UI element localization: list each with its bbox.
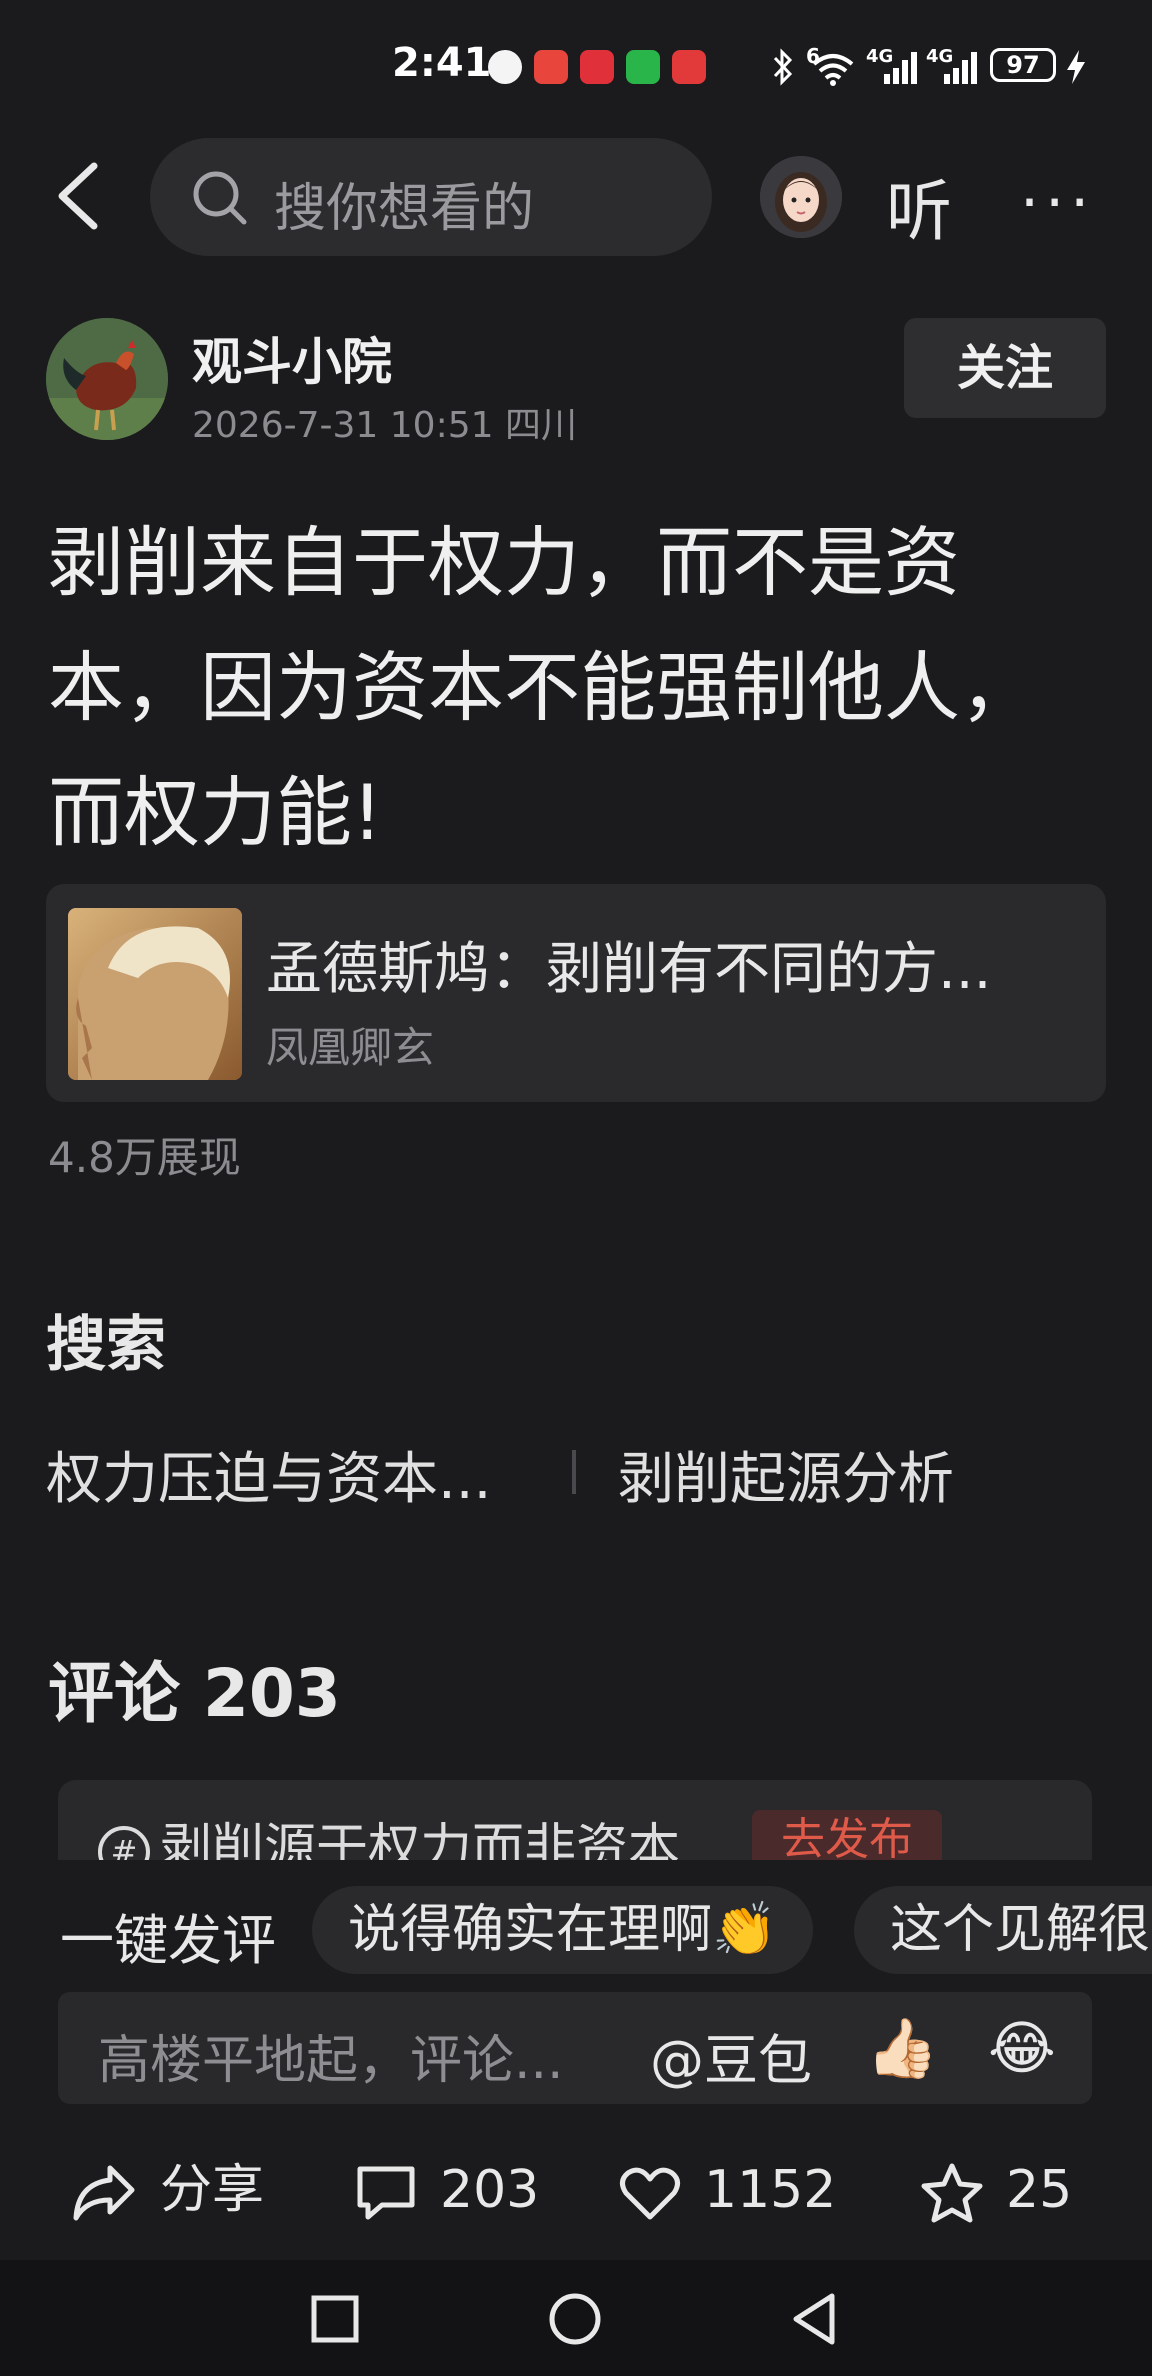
quoted-source: 凤凰卿玄	[266, 1023, 435, 1072]
share-label: 分享	[160, 2160, 265, 2220]
quoted-thumbnail	[68, 908, 242, 1080]
comment-placeholder: 高楼平地起，评论...	[98, 2031, 564, 2091]
comment-count: 203	[440, 2160, 540, 2220]
battery-indicator: 97	[990, 48, 1056, 82]
status-bar: 2:41 6 4G 4G 97	[0, 0, 1152, 130]
back-icon[interactable]	[52, 160, 104, 232]
quick-comment-chip-2[interactable]: 这个见解很	[854, 1886, 1152, 1974]
thumbs-up-emoji-button[interactable]: 👍🏻	[866, 2014, 938, 2083]
mention-doubao-button[interactable]: @豆包	[650, 2016, 812, 2095]
favorite-count: 25	[1006, 2160, 1073, 2220]
related-separator	[572, 1450, 576, 1494]
wifi-icon	[812, 54, 854, 86]
charging-icon	[1067, 50, 1085, 84]
system-nav-bar	[0, 2260, 1152, 2376]
comments-heading: 评论 203	[48, 1655, 341, 1732]
bluetooth-icon	[773, 48, 793, 86]
search-bar[interactable]: 搜你想看的	[150, 138, 712, 256]
avatar-girl-icon	[760, 156, 842, 238]
comment-button[interactable]: 203	[354, 2150, 539, 2230]
follow-button[interactable]: 关注	[904, 318, 1106, 418]
status-time: 2:41	[392, 40, 492, 86]
huawei-app-icon	[580, 50, 614, 84]
view-count: 4.8万展现	[48, 1133, 241, 1182]
related-search-2[interactable]: 剥削起源分析	[618, 1434, 954, 1515]
signal-2-icon	[944, 52, 977, 84]
wechat-icon	[626, 50, 660, 84]
author-name[interactable]: 观斗小院	[192, 322, 392, 394]
comment-icon	[357, 2166, 415, 2220]
recent-apps-icon[interactable]	[310, 2294, 360, 2344]
quoted-article-card[interactable]: 孟德斯鸠：剥削有不同的方... 凤凰卿玄	[46, 884, 1106, 1102]
home-icon[interactable]	[548, 2292, 602, 2346]
toutiao-icon	[672, 50, 706, 84]
post-meta: 2026-7-31 10:51 四川	[192, 405, 577, 446]
search-icon	[193, 171, 247, 225]
reader-app-icon	[534, 50, 568, 84]
portrait-image	[68, 908, 242, 1080]
ai-avatar[interactable]	[760, 156, 842, 238]
share-icon	[73, 2165, 135, 2221]
like-button[interactable]: 1152	[618, 2150, 836, 2230]
more-button[interactable]: ···	[1020, 168, 1095, 238]
laughing-emoji-button[interactable]: 😂	[988, 2014, 1056, 2082]
heart-icon	[620, 2167, 680, 2220]
author-avatar[interactable]	[46, 318, 168, 440]
nav-back-icon[interactable]	[790, 2292, 838, 2346]
related-search-1[interactable]: 权力压迫与资本...	[46, 1434, 491, 1515]
search-placeholder: 搜你想看的	[274, 179, 535, 239]
quick-comment-label: 一键发评	[60, 1909, 276, 1972]
qq-icon	[488, 50, 522, 84]
post-content: 剥削来自于权力，而不是资本，因为资本不能强制他人，而权力能!	[48, 518, 1036, 857]
quoted-title: 孟德斯鸠：剥削有不同的方...	[266, 937, 992, 1002]
rooster-image	[46, 318, 168, 440]
share-button[interactable]: 分享	[70, 2150, 264, 2230]
comment-input[interactable]: 高楼平地起，评论... @豆包 👍🏻 😂	[58, 1992, 1092, 2104]
signal-1-icon	[884, 52, 917, 84]
like-count: 1152	[704, 2160, 837, 2220]
star-icon	[921, 2163, 983, 2223]
favorite-button[interactable]: 25	[920, 2150, 1072, 2230]
search-section-heading: 搜索	[46, 1310, 166, 1380]
quick-comment-chip-1[interactable]: 说得确实在理啊👏	[312, 1886, 813, 1974]
listen-button[interactable]: 听	[886, 158, 952, 254]
